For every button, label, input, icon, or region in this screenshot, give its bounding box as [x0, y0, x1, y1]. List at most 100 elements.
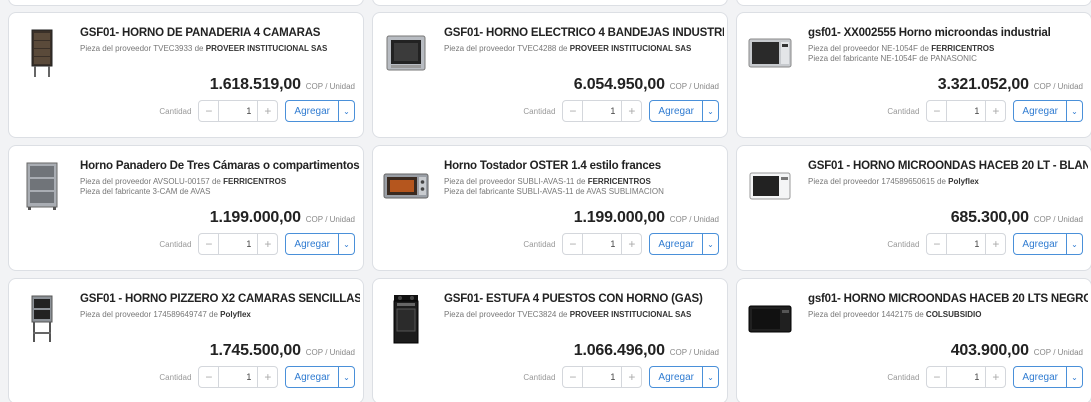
add-dropdown-chevron-icon[interactable]: ⌄ — [703, 100, 719, 122]
supplier-name: COLSUBSIDIO — [925, 310, 982, 319]
quantity-input[interactable]: 1 — [583, 106, 621, 116]
increment-button[interactable]: + — [621, 367, 641, 387]
add-to-cart-group: Agregar ⌄ — [649, 100, 719, 122]
quantity-label: Cantidad — [523, 239, 556, 249]
gas-stove-icon[interactable] — [383, 293, 429, 345]
card-stub — [736, 0, 1091, 6]
increment-button[interactable]: + — [621, 234, 641, 254]
increment-button[interactable]: + — [985, 101, 1005, 121]
manufacturer-prefix: Pieza del fabricante — [80, 187, 151, 196]
bakery-oven-icon[interactable] — [19, 27, 65, 79]
quantity-stepper: − 1 + — [926, 100, 1007, 122]
product-title[interactable]: GSF01- HORNO DE PANADERÍA 4 CAMARAS — [80, 27, 360, 39]
quantity-input[interactable]: 1 — [583, 372, 621, 382]
add-dropdown-chevron-icon[interactable]: ⌄ — [703, 366, 719, 388]
product-card: GSF01 - HORNO MICROONDAS HACEB 20 LT - B… — [736, 145, 1091, 271]
quantity-label: Cantidad — [887, 106, 920, 116]
add-button[interactable]: Agregar — [649, 100, 703, 122]
price-row: 6.054.950,00 COP / Unidad — [574, 76, 719, 94]
add-dropdown-chevron-icon[interactable]: ⌄ — [1067, 233, 1083, 255]
price-row: 403.900,00 COP / Unidad — [951, 342, 1083, 360]
quantity-stepper: − 1 + — [198, 233, 279, 255]
quantity-label: Cantidad — [887, 372, 920, 382]
product-title[interactable]: GSF01 - HORNO PIZZERO X2 CAMARAS SENCILL… — [80, 293, 360, 305]
supplier-code: 174589650615 — [881, 177, 935, 186]
supplier-code: TVEC4288 — [517, 44, 557, 53]
product-card: GSF01- HORNO DE PANADERÍA 4 CAMARAS Piez… — [8, 12, 364, 138]
microwave-icon[interactable] — [747, 27, 793, 79]
decrement-button[interactable]: − — [563, 234, 584, 254]
product-title[interactable]: GSF01 - HORNO MICROONDAS HACEB 20 LT - B… — [808, 160, 1088, 172]
quantity-input[interactable]: 1 — [219, 239, 257, 249]
increment-button[interactable]: + — [621, 101, 641, 121]
quantity-input[interactable]: 1 — [947, 239, 985, 249]
add-dropdown-chevron-icon[interactable]: ⌄ — [703, 233, 719, 255]
product-title[interactable]: gsf01- XX002555 Horno microondas industr… — [808, 27, 1088, 39]
add-button[interactable]: Agregar — [285, 366, 339, 388]
quantity-label: Cantidad — [887, 239, 920, 249]
add-dropdown-chevron-icon[interactable]: ⌄ — [1067, 366, 1083, 388]
supplier-code: TVEC3933 — [153, 44, 193, 53]
price-unit: COP / Unidad — [1033, 348, 1083, 357]
supplier-info: Pieza del proveedor TVEC4288 de PROVEER … — [444, 44, 724, 53]
toaster-oven-icon[interactable] — [383, 160, 429, 212]
product-title[interactable]: gsf01- HORNO MICROONDAS HACEB 20 LTS NEG… — [808, 293, 1088, 305]
supplier-prefix: Pieza del proveedor — [808, 310, 880, 319]
quantity-row: Cantidad − 1 + Agregar ⌄ — [887, 233, 1083, 255]
supplier-prefix: Pieza del proveedor — [444, 44, 516, 53]
add-button[interactable]: Agregar — [649, 366, 703, 388]
supplier-prefix: Pieza del proveedor — [444, 177, 516, 186]
price: 685.300,00 — [950, 209, 1029, 226]
add-dropdown-chevron-icon[interactable]: ⌄ — [339, 366, 355, 388]
quantity-input[interactable]: 1 — [219, 372, 257, 382]
product-title[interactable]: Horno Panadero De Tres Cámaras o compart… — [80, 160, 360, 172]
manufacturer-info: Pieza del fabricante NE-1054F de PANASON… — [808, 54, 1088, 63]
add-dropdown-chevron-icon[interactable]: ⌄ — [1067, 100, 1083, 122]
quantity-row: Cantidad − 1 + Agregar ⌄ — [523, 366, 719, 388]
decrement-button[interactable]: − — [927, 367, 948, 387]
quantity-input[interactable]: 1 — [947, 106, 985, 116]
add-button[interactable]: Agregar — [285, 233, 339, 255]
quantity-input[interactable]: 1 — [219, 106, 257, 116]
product-title[interactable]: Horno Tostador OSTER 1.4 estilo frances — [444, 160, 724, 172]
increment-button[interactable]: + — [257, 101, 277, 121]
add-button[interactable]: Agregar — [649, 233, 703, 255]
add-button[interactable]: Agregar — [1013, 233, 1067, 255]
decrement-button[interactable]: − — [563, 101, 584, 121]
supplier-code: NE-1054F — [881, 44, 918, 53]
decrement-button[interactable]: − — [199, 367, 220, 387]
pizza-oven-icon[interactable] — [19, 293, 65, 345]
product-title[interactable]: GSF01- HORNO ELÉCTRICO 4 BANDEJAS INDUST… — [444, 27, 724, 39]
quantity-stepper: − 1 + — [562, 366, 643, 388]
price-unit: COP / Unidad — [305, 348, 355, 357]
increment-button[interactable]: + — [985, 234, 1005, 254]
supplier-name: PROVEER INSTITUCIONAL SAS — [569, 310, 692, 319]
add-button[interactable]: Agregar — [1013, 100, 1067, 122]
increment-button[interactable]: + — [257, 234, 277, 254]
manufacturer-code: NE-1054F — [880, 54, 917, 63]
white-microwave-icon[interactable] — [747, 160, 793, 212]
three-chamber-oven-icon[interactable] — [19, 160, 65, 212]
add-button[interactable]: Agregar — [285, 100, 339, 122]
decrement-button[interactable]: − — [927, 101, 948, 121]
decrement-button[interactable]: − — [199, 234, 220, 254]
decrement-button[interactable]: − — [927, 234, 948, 254]
increment-button[interactable]: + — [985, 367, 1005, 387]
add-dropdown-chevron-icon[interactable]: ⌄ — [339, 100, 355, 122]
increment-button[interactable]: + — [257, 367, 277, 387]
supplier-name: PROVEER INSTITUCIONAL SAS — [569, 44, 692, 53]
product-title[interactable]: GSF01- ESTUFA 4 PUESTOS CON HORNO (GAS) — [444, 293, 724, 305]
decrement-button[interactable]: − — [563, 367, 584, 387]
of-text: de — [558, 44, 568, 53]
convection-oven-icon[interactable] — [383, 27, 429, 79]
quantity-input[interactable]: 1 — [583, 239, 621, 249]
add-button[interactable]: Agregar — [1013, 366, 1067, 388]
decrement-button[interactable]: − — [199, 101, 220, 121]
manufacturer-name: PANASONIC — [930, 54, 977, 63]
price-row: 1.199.000,00 COP / Unidad — [210, 209, 355, 227]
quantity-input[interactable]: 1 — [947, 372, 985, 382]
add-dropdown-chevron-icon[interactable]: ⌄ — [339, 233, 355, 255]
supplier-code: 1442175 — [881, 310, 913, 319]
black-microwave-icon[interactable] — [747, 293, 793, 345]
quantity-stepper: − 1 + — [562, 233, 643, 255]
